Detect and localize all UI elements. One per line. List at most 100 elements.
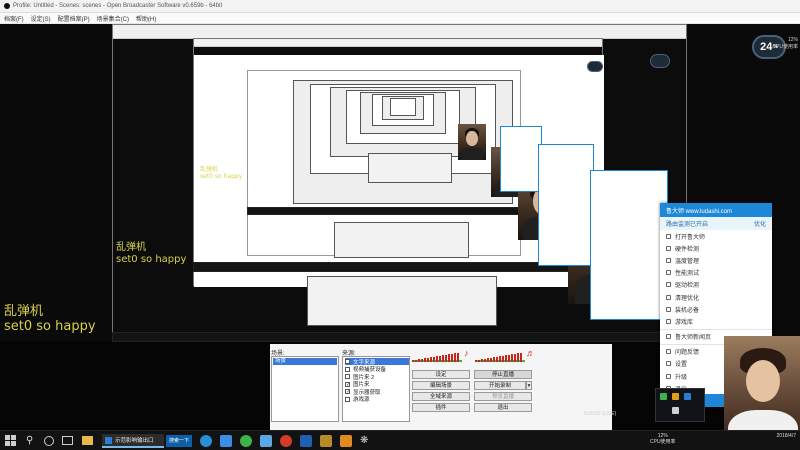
menu-item[interactable]: 档案(F) [4, 14, 24, 23]
menu-item[interactable]: 设定(S) [31, 14, 51, 23]
tray-app-icon[interactable] [660, 393, 667, 400]
settings-icon [666, 361, 671, 367]
edge-icon[interactable] [200, 435, 212, 447]
source-checkbox[interactable] [345, 366, 350, 372]
meter-bar [481, 359, 483, 362]
search-icon[interactable]: ⚲ [26, 435, 38, 447]
source-checkbox[interactable]: ✓ [345, 389, 350, 395]
meter-bar [484, 358, 486, 362]
meter-bar [490, 357, 492, 362]
meter-bar [499, 356, 501, 362]
menu-item[interactable]: 配置档案(P) [58, 14, 90, 23]
source-item[interactable]: 视频捕获设备 [345, 366, 409, 373]
game-icon [666, 318, 671, 324]
source-checkbox[interactable] [345, 374, 350, 379]
menu-item[interactable]: 场景集合(C) [97, 14, 129, 23]
task-view-icon[interactable] [62, 436, 73, 445]
system-clock[interactable]: 2018/4/7 [777, 433, 796, 439]
meter-bar [451, 353, 453, 362]
app-window-icon [105, 436, 112, 444]
tray-overflow-popup [655, 388, 705, 422]
hardware-icon [666, 245, 671, 251]
game-icon[interactable] [320, 435, 332, 447]
app-navy-icon[interactable] [300, 435, 312, 447]
app-blue-icon[interactable] [260, 435, 272, 447]
meter-bar [433, 356, 435, 362]
meter-bar [448, 354, 450, 362]
nested-dock-1 [307, 276, 497, 326]
meter-bar [511, 354, 513, 362]
preview-stream-button[interactable]: 预览直播 [474, 392, 532, 401]
edit-scene-button[interactable]: 编辑场景 [412, 381, 470, 390]
start-button[interactable] [5, 435, 17, 447]
app-green-icon[interactable] [240, 435, 252, 447]
tray-app-icon[interactable] [684, 393, 691, 400]
menu-item[interactable]: 打开鲁大师 [660, 230, 772, 242]
tray-app-icon[interactable] [672, 407, 679, 414]
tray-app-icon[interactable] [672, 393, 679, 400]
feedback-icon [666, 349, 671, 355]
meter-bar [430, 357, 432, 362]
source-item[interactable]: 图片来 2 [345, 373, 409, 381]
menu-header: 鲁大师 www.ludashi.com [660, 203, 772, 217]
desktop-volume-meter [475, 352, 525, 362]
nested-popup-3 [590, 170, 668, 320]
perf-icon [666, 270, 671, 276]
menu-item[interactable]: 清理优化 [660, 291, 772, 303]
clean-icon [666, 294, 671, 300]
menu-item[interactable]: 硬件检测 [660, 242, 772, 254]
screen: Profile: Untitled - Scenes: scenes - Ope… [0, 0, 800, 450]
exit-button[interactable]: 退出 [474, 403, 532, 412]
obs-icon[interactable]: ❋ [360, 435, 372, 447]
scenes-list[interactable]: 场景 [271, 356, 339, 422]
menu-item[interactable]: 驱动检测 [660, 279, 772, 291]
meter-bar [442, 355, 444, 362]
nested-taskbar-2 [247, 207, 521, 215]
source-checkbox[interactable] [345, 396, 350, 402]
cortana-icon[interactable] [44, 436, 54, 446]
overlay-caption-small: 乱弹机 set0 so happy [200, 166, 243, 180]
nested-window-11 [390, 98, 416, 116]
meter-bar [520, 352, 522, 362]
source-checkbox[interactable]: ✓ [345, 381, 350, 387]
phone-icon [666, 306, 671, 312]
store-icon[interactable] [220, 435, 232, 447]
source-item[interactable]: 游戏源 [345, 396, 409, 403]
taskbar-active-app[interactable]: 示范影响输出口 [102, 434, 164, 448]
meter-bar [502, 355, 504, 362]
app-icon [4, 3, 10, 9]
source-item[interactable]: ✓ 图片来 [345, 381, 409, 388]
meter-bar [496, 356, 498, 362]
source-item[interactable]: ✓ 文字来源 [345, 358, 409, 366]
menu-item[interactable]: 游戏库 [660, 315, 772, 327]
settings-button[interactable]: 设定 [412, 370, 470, 379]
record-dropdown-button[interactable]: ▾ [526, 381, 532, 390]
menu-item[interactable]: 性能测试 [660, 267, 772, 279]
menu-item[interactable]: 帮助(H) [136, 14, 156, 23]
sources-list[interactable]: ✓ 文字来源 视频捕获设备 图片来 2 ✓ 图片来 ✓ 显示器获取 游戏源 [342, 356, 410, 422]
cpu-usage-value: 24 [760, 41, 773, 53]
stop-stream-button[interactable]: 停止直播 [474, 370, 532, 379]
start-record-button[interactable]: 开始录制 [474, 381, 526, 390]
app-orange-icon[interactable] [340, 435, 352, 447]
mic-volume-meter [412, 352, 462, 362]
taskbar-search-button[interactable]: 搜索一下 [166, 435, 192, 447]
mic-icon[interactable]: ♪ [464, 348, 469, 358]
stream-status: 0:00:02 (LIVE) [584, 411, 617, 417]
scene-item[interactable]: 场景 [273, 358, 337, 365]
menu-item[interactable]: 温度管理 [660, 254, 772, 266]
menu-item[interactable]: 装机必备 [660, 303, 772, 315]
plugins-button[interactable]: 插件 [412, 403, 470, 412]
source-checkbox[interactable]: ✓ [345, 359, 350, 365]
meter-bar [454, 353, 456, 362]
file-explorer-icon[interactable] [82, 436, 93, 445]
speaker-icon[interactable]: ♬ [526, 348, 535, 358]
optimize-link[interactable]: 优化 [754, 219, 766, 228]
source-item[interactable]: ✓ 显示器获取 [345, 388, 409, 396]
overlay-caption-large: 乱弹机 set0 so happy [4, 304, 96, 334]
meter-bar [418, 359, 420, 362]
meter-bar [427, 357, 429, 362]
chrome-icon[interactable] [280, 435, 292, 447]
meter-bar [415, 359, 417, 362]
global-sources-button[interactable]: 全域来源 [412, 392, 470, 401]
